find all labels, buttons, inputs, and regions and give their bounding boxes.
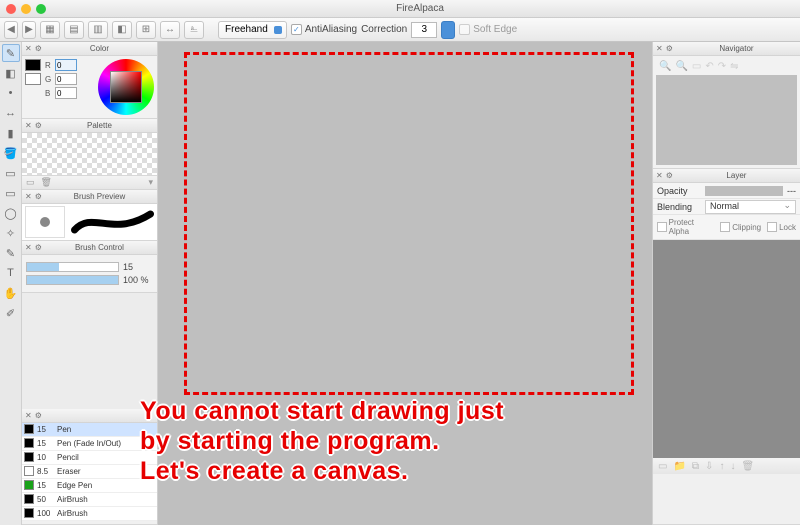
correction-stepper[interactable] — [441, 21, 455, 39]
select-rect-icon[interactable]: ▭ — [2, 184, 20, 202]
r-input[interactable] — [55, 59, 77, 71]
navigator-view[interactable] — [656, 75, 797, 165]
tool-icon-5[interactable]: ⊞ — [136, 21, 156, 39]
brush-list-item[interactable]: 8.5Eraser — [22, 465, 157, 479]
color-panel: ✕⚙Color R G B — [22, 42, 157, 119]
softedge-check[interactable]: Soft Edge — [459, 24, 517, 35]
bucket-tool-icon[interactable]: 🪣 — [2, 144, 20, 162]
layer-opacity-slider[interactable] — [705, 186, 783, 196]
play-button[interactable]: ▶ — [22, 21, 36, 39]
gear-icon[interactable]: ⚙ — [35, 44, 42, 53]
titlebar: FireAlpaca — [0, 0, 800, 18]
brush-size-slider[interactable] — [26, 262, 119, 272]
zoom-out-icon[interactable]: 🔍 — [675, 61, 687, 73]
add-icon[interactable]: ▭ — [26, 177, 35, 188]
gear-icon[interactable]: ⚙ — [35, 192, 42, 201]
eyedropper-icon[interactable]: ✐ — [2, 304, 20, 322]
fill-tool-icon[interactable]: ▮ — [2, 124, 20, 142]
palette-area[interactable] — [22, 133, 157, 175]
eraser-tool-icon[interactable]: ◧ — [2, 64, 20, 82]
lock-check[interactable]: Lock — [767, 218, 796, 236]
gear-icon[interactable]: ⚙ — [35, 411, 42, 420]
close-icon[interactable]: ✕ — [25, 44, 32, 53]
brush-stroke-preview — [71, 206, 154, 238]
grid-icon[interactable]: ▤ — [64, 21, 84, 39]
navigator-panel: ✕⚙Navigator 🔍 🔍 ▭ ↶ ↷ ⇋ — [653, 42, 800, 169]
blending-select[interactable]: Normal — [705, 200, 796, 214]
gear-icon[interactable]: ⚙ — [666, 44, 673, 53]
select-lasso-icon[interactable]: ◯ — [2, 204, 20, 222]
rotate-right-icon[interactable]: ↷ — [718, 61, 726, 73]
bg-swatch[interactable] — [25, 73, 41, 85]
tool-icon-3[interactable]: ▥ — [88, 21, 108, 39]
text-tool-icon[interactable]: T — [2, 264, 20, 282]
rotate-left-icon[interactable]: ↶ — [705, 61, 713, 73]
tool-icon-6[interactable]: ↔ — [160, 21, 180, 39]
b-input[interactable] — [55, 87, 77, 99]
antialias-check[interactable]: ✓ AntiAliasing — [291, 24, 357, 35]
color-wheel[interactable] — [98, 59, 154, 115]
brush-list-item[interactable]: 15Pen — [22, 423, 157, 437]
correction-input[interactable] — [411, 22, 437, 38]
gear-icon[interactable]: ⚙ — [35, 121, 42, 130]
fit-icon[interactable]: ▭ — [692, 61, 701, 73]
protect-alpha-check[interactable]: Protect Alpha — [657, 218, 714, 236]
tool-icon-1[interactable]: ▦ — [40, 21, 60, 39]
dot-tool-icon[interactable]: • — [2, 84, 20, 102]
window-title: FireAlpaca — [46, 3, 794, 14]
brush-list-item[interactable]: 10Pencil — [22, 451, 157, 465]
hand-tool-icon[interactable]: ✋ — [2, 284, 20, 302]
gear-icon[interactable]: ⚙ — [35, 243, 42, 252]
brush-list-panel: ✕⚙ 15Pen15Pen (Fade In/Out)10Pencil8.5Er… — [22, 409, 157, 525]
brush-tool-icon[interactable]: ✎ — [2, 44, 20, 62]
trash-icon[interactable]: 🗑 — [41, 177, 52, 188]
zoom-in-icon[interactable]: 🔍 — [659, 61, 671, 73]
draw-mode-select[interactable]: Freehand — [218, 21, 287, 39]
brush-control-panel: ✕⚙Brush Control 15 100 % — [22, 241, 157, 293]
zoom-icon[interactable] — [36, 4, 46, 14]
close-icon[interactable]: ✕ — [25, 411, 32, 420]
left-panels: ✕⚙Color R G B ✕⚙Palette ▭🗑▾ ✕⚙Bru — [22, 42, 158, 525]
close-icon[interactable]: ✕ — [656, 44, 663, 53]
tool-icon-7[interactable]: ⎁ — [184, 21, 204, 39]
top-toolbar: ◀ ▶ ▦ ▤ ▥ ◧ ⊞ ↔ ⎁ Freehand ✓ AntiAliasin… — [0, 18, 800, 42]
flip-icon[interactable]: ⇋ — [730, 61, 738, 73]
close-icon[interactable]: ✕ — [25, 243, 32, 252]
tool-strip: ✎ ◧ • ↔ ▮ 🪣 ▭ ▭ ◯ ✧ ✎ T ✋ ✐ — [0, 42, 22, 525]
brush-list-item[interactable]: 100AirBrush — [22, 507, 157, 521]
window-controls — [6, 4, 46, 14]
close-icon[interactable]: ✕ — [25, 192, 32, 201]
collapse-icon[interactable]: ▾ — [148, 177, 153, 188]
brush-dot-preview — [25, 206, 65, 238]
pen-select-icon[interactable]: ✎ — [2, 244, 20, 262]
fg-swatch[interactable] — [25, 59, 41, 71]
checkbox-icon: ✓ — [291, 24, 302, 35]
brush-list-item[interactable]: 15Edge Pen — [22, 479, 157, 493]
gradient-tool-icon[interactable]: ▭ — [2, 164, 20, 182]
wand-tool-icon[interactable]: ✧ — [2, 224, 20, 242]
brush-list-item[interactable]: 15Pen (Fade In/Out) — [22, 437, 157, 451]
prev-button[interactable]: ◀ — [4, 21, 18, 39]
correction-label: Correction — [361, 24, 407, 35]
brush-preview-panel: ✕⚙Brush Preview — [22, 190, 157, 241]
close-icon[interactable] — [6, 4, 16, 14]
brush-opacity-slider[interactable] — [26, 275, 119, 285]
annotation-text: You cannot start drawing just by startin… — [140, 396, 780, 486]
palette-panel: ✕⚙Palette ▭🗑▾ — [22, 119, 157, 190]
tool-icon-4[interactable]: ◧ — [112, 21, 132, 39]
move-tool-icon[interactable]: ↔ — [2, 104, 20, 122]
annotation-rect — [184, 52, 634, 395]
close-icon[interactable]: ✕ — [25, 121, 32, 130]
brush-list-item[interactable]: 50AirBrush — [22, 493, 157, 507]
minimize-icon[interactable] — [21, 4, 31, 14]
checkbox-icon — [459, 24, 470, 35]
g-input[interactable] — [55, 73, 77, 85]
close-icon[interactable]: ✕ — [656, 171, 663, 180]
gear-icon[interactable]: ⚙ — [666, 171, 673, 180]
clipping-check[interactable]: Clipping — [720, 218, 761, 236]
